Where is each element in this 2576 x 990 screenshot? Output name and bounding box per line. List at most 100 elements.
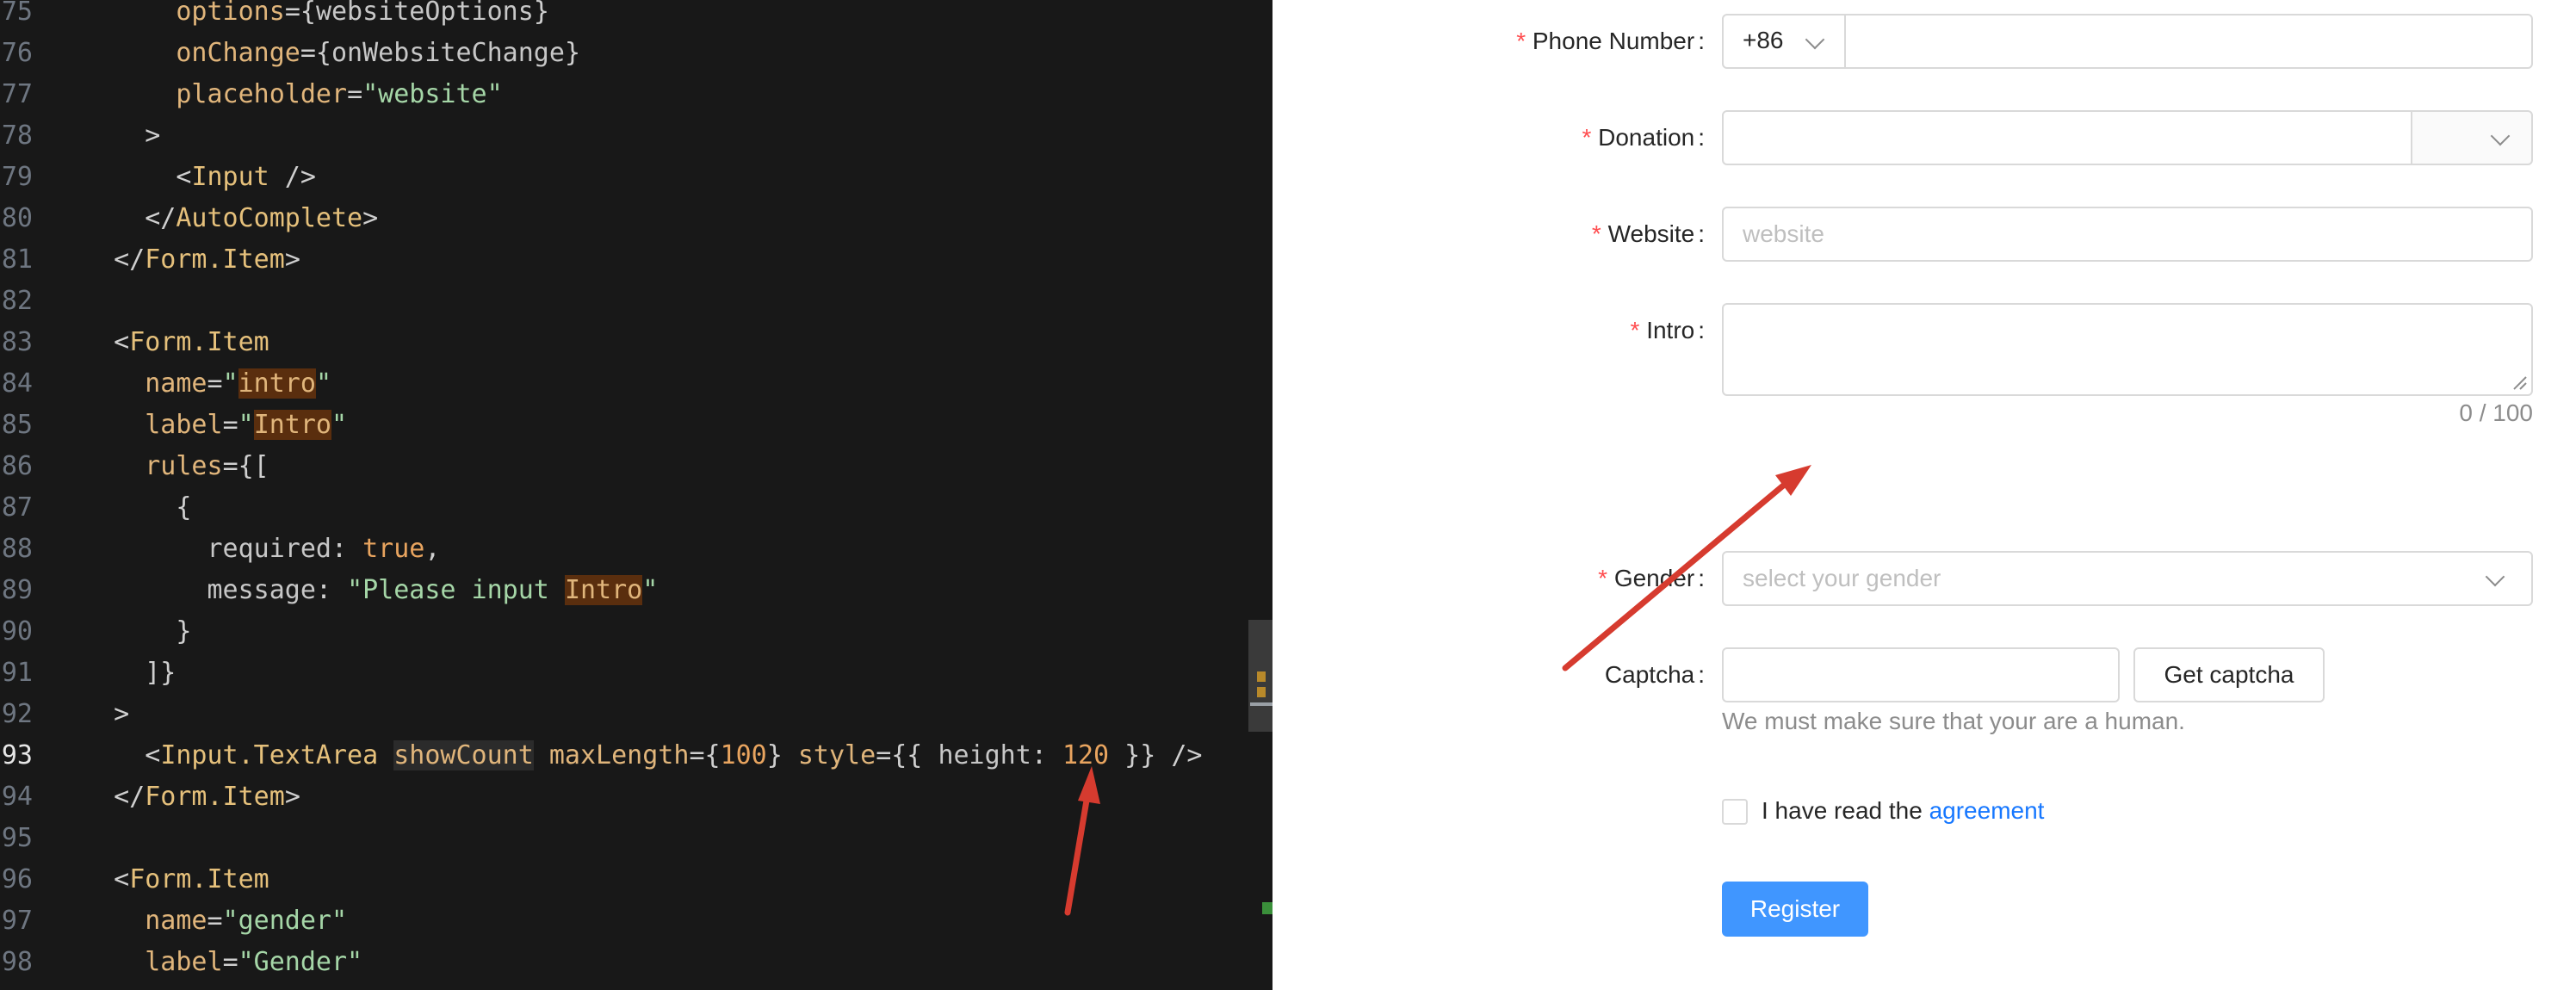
phone-number-input[interactable] (1844, 14, 2533, 69)
line-number: 289 (0, 575, 33, 605)
scrollbar-match-marker (1257, 687, 1266, 697)
line-number: 280 (0, 203, 33, 233)
code-text: { (176, 492, 192, 523)
code-text: options={websiteOptions} (176, 0, 549, 27)
code-text: </AutoComplete> (145, 203, 379, 233)
required-mark: * (1516, 28, 1526, 54)
code-text: <Form.Item (114, 327, 269, 357)
line-number: 277 (0, 79, 33, 109)
code-text: <Form.Item (114, 864, 269, 894)
line-number: 296 (0, 864, 33, 894)
code-line[interactable]: 290 } (0, 611, 1273, 653)
website-input[interactable]: website (1722, 207, 2533, 262)
code-text: </Form.Item> (114, 244, 300, 275)
website-label: * Website: (1591, 220, 1705, 247)
code-text: name="intro" (145, 368, 331, 399)
agreement-link[interactable]: agreement (1929, 797, 2045, 824)
code-text: required: true, (207, 534, 441, 564)
code-line[interactable]: 276 onChange={onWebsiteChange} (0, 33, 1273, 74)
donation-label: * Donation: (1582, 124, 1705, 151)
line-number: 286 (0, 451, 33, 481)
line-number: 284 (0, 368, 33, 399)
phone-label: * Phone Number: (1516, 28, 1705, 54)
agreement-checkbox[interactable] (1722, 799, 1748, 825)
code-editor[interactable]: 275 options={websiteOptions}276 onChange… (0, 0, 1273, 990)
scrollbar-match-marker (1257, 671, 1266, 682)
chevron-down-icon (1805, 29, 1825, 50)
line-number: 288 (0, 534, 33, 564)
code-text: > (145, 121, 161, 151)
captcha-label: Captcha: (1604, 661, 1705, 688)
code-text: label="Gender" (145, 947, 363, 977)
scrollbar-change-marker (1262, 902, 1273, 914)
chevron-down-icon (2485, 566, 2505, 587)
code-line[interactable]: 278 > (0, 115, 1273, 157)
register-button[interactable]: Register (1722, 882, 1868, 937)
line-number: 282 (0, 286, 33, 316)
get-captcha-button[interactable]: Get captcha (2133, 647, 2325, 702)
code-line[interactable]: 293 <Input.TextArea showCount maxLength=… (0, 735, 1273, 777)
code-line[interactable]: 283 <Form.Item (0, 322, 1273, 363)
code-text: message: "Please input Intro" (207, 575, 659, 605)
line-number: 283 (0, 327, 33, 357)
code-line[interactable]: 298 label="Gender" (0, 942, 1273, 983)
code-text: placeholder="website" (176, 79, 503, 109)
code-line[interactable]: 291 ]} (0, 653, 1273, 694)
code-text: <Input.TextArea showCount maxLength={100… (145, 740, 1203, 770)
line-number: 298 (0, 947, 33, 977)
code-text: ]} (145, 658, 176, 688)
agreement-text: I have read the agreement (1762, 797, 2045, 824)
code-line[interactable]: 287 { (0, 487, 1273, 529)
captcha-helper-text: We must make sure that your are a human. (1722, 708, 2185, 734)
code-line[interactable]: 296 <Form.Item (0, 859, 1273, 900)
code-line[interactable]: 284 name="intro" (0, 363, 1273, 405)
code-line[interactable]: 289 message: "Please input Intro" (0, 570, 1273, 611)
line-number: 294 (0, 782, 33, 812)
code-line[interactable]: 281 </Form.Item> (0, 239, 1273, 281)
code-line[interactable]: 275 options={websiteOptions} (0, 0, 1273, 33)
line-number: 297 (0, 906, 33, 936)
intro-textarea[interactable] (1722, 303, 2533, 396)
code-line[interactable]: 279 <Input /> (0, 157, 1273, 198)
code-text: name="gender" (145, 906, 348, 936)
required-mark: * (1582, 124, 1592, 151)
scrollbar-cursor-marker (1250, 702, 1273, 706)
code-text: rules={[ (145, 451, 269, 481)
code-line[interactable]: 288 required: true, (0, 529, 1273, 570)
code-text: </Form.Item> (114, 782, 300, 812)
captcha-input[interactable] (1722, 647, 2120, 702)
donation-currency-select[interactable] (2411, 110, 2533, 165)
phone-prefix-select[interactable]: +86 (1722, 14, 1846, 69)
line-number: 275 (0, 0, 33, 27)
line-number: 281 (0, 244, 33, 275)
line-number: 285 (0, 410, 33, 440)
chevron-down-icon (2490, 126, 2511, 146)
code-line[interactable]: 282 (0, 281, 1273, 322)
resize-handle-icon[interactable] (2511, 374, 2528, 391)
code-line[interactable]: 294 </Form.Item> (0, 777, 1273, 818)
code-line[interactable]: 277 placeholder="website" (0, 74, 1273, 115)
line-number: 295 (0, 823, 33, 853)
code-text: > (114, 699, 130, 729)
line-number: 279 (0, 162, 33, 192)
code-line[interactable]: 297 name="gender" (0, 900, 1273, 942)
code-text: label="Intro" (145, 410, 348, 440)
line-number: 276 (0, 38, 33, 68)
code-text: onChange={onWebsiteChange} (176, 38, 580, 68)
required-mark: * (1598, 565, 1608, 591)
gender-select[interactable]: select your gender (1722, 551, 2533, 606)
required-mark: * (1591, 220, 1601, 247)
code-line[interactable]: 295 (0, 818, 1273, 859)
line-number: 287 (0, 492, 33, 523)
gender-label: * Gender: (1598, 565, 1705, 591)
donation-input[interactable] (1722, 110, 2412, 165)
line-number: 293 (0, 740, 33, 770)
code-text: } (176, 616, 192, 647)
intro-char-count: 0 / 100 (2459, 399, 2533, 426)
code-line[interactable]: 280 </AutoComplete> (0, 198, 1273, 239)
code-line[interactable]: 286 rules={[ (0, 446, 1273, 487)
code-line[interactable]: 285 label="Intro" (0, 405, 1273, 446)
code-line[interactable]: 292 > (0, 694, 1273, 735)
line-number: 278 (0, 121, 33, 151)
line-number: 291 (0, 658, 33, 688)
